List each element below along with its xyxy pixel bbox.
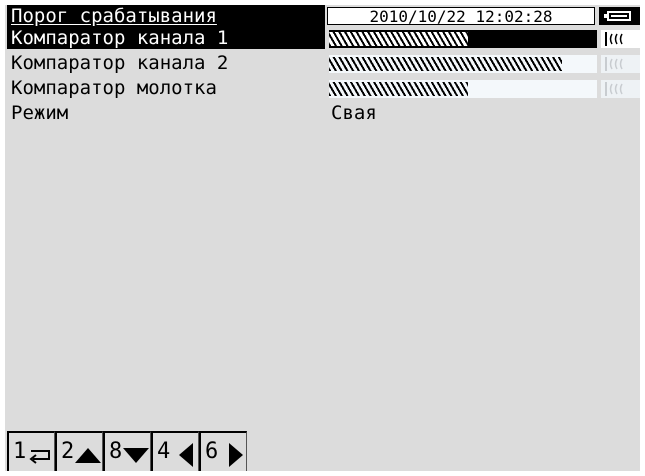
left-triangle-icon — [179, 443, 193, 467]
sound-wave-icon — [601, 30, 640, 48]
row-comparator-channel-1[interactable]: Компаратор канала 1 — [5, 27, 640, 49]
softkey-number: 1 — [13, 439, 27, 464]
threshold-level-fill — [329, 32, 469, 46]
battery-tip — [604, 14, 607, 18]
mode-value[interactable]: Свая — [331, 102, 377, 124]
sound-wave-icon — [601, 55, 640, 73]
page-title: Порог срабатывания — [7, 5, 325, 27]
row-mode[interactable]: Режим Свая — [5, 102, 640, 124]
down-triangle-icon — [123, 448, 149, 463]
softkey-back[interactable]: 1 — [7, 431, 55, 471]
return-arrow-icon — [29, 450, 50, 464]
device-screen: Порог срабатывания 2010/10/22 12:02:28 К… — [5, 5, 640, 471]
softkey-up[interactable]: 2 — [55, 431, 103, 471]
softkey-right[interactable]: 6 — [199, 431, 247, 471]
row-comparator-channel-2[interactable]: Компаратор канала 2 — [5, 52, 640, 74]
battery-icon — [599, 7, 640, 25]
threshold-level-bar[interactable] — [329, 55, 597, 73]
battery-body — [607, 11, 631, 21]
row-label: Компаратор канала 2 — [11, 52, 229, 74]
threshold-level-bar[interactable] — [329, 80, 597, 98]
softkey-left[interactable]: 4 — [151, 431, 199, 471]
datetime-display: 2010/10/22 12:02:28 — [327, 7, 595, 26]
softkey-down[interactable]: 8 — [103, 431, 151, 471]
softkey-number: 4 — [157, 439, 171, 464]
threshold-level-fill — [329, 57, 563, 71]
right-triangle-icon — [229, 443, 243, 467]
up-triangle-icon — [75, 448, 101, 463]
row-comparator-hammer[interactable]: Компаратор молотка — [5, 77, 640, 99]
threshold-level-fill — [329, 82, 469, 96]
header-bar: Порог срабатывания 2010/10/22 12:02:28 — [5, 5, 640, 27]
battery-charge — [611, 15, 627, 17]
row-label: Компаратор молотка — [11, 77, 217, 99]
threshold-level-bar[interactable] — [329, 30, 597, 48]
row-label: Компаратор канала 1 — [7, 27, 325, 49]
mode-label: Режим — [11, 102, 69, 124]
softkey-number: 6 — [205, 439, 219, 464]
sound-wave-icon — [601, 80, 640, 98]
